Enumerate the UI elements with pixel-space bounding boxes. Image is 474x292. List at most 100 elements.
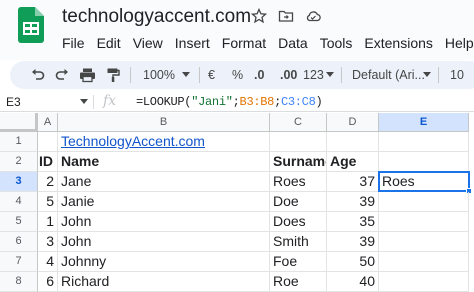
paint-format-icon[interactable] — [105, 67, 121, 83]
cloud-status-icon[interactable] — [305, 8, 321, 24]
cell-e5[interactable] — [379, 212, 469, 232]
formula-function: =LOOKUP( — [136, 95, 192, 109]
cell-a4[interactable]: 5 — [38, 192, 58, 212]
formula-input[interactable]: =LOOKUP("Jani";B3:B8;C3:C8) — [136, 92, 323, 112]
cell-a7[interactable]: 4 — [38, 252, 58, 272]
select-all-corner[interactable] — [0, 113, 38, 132]
print-icon[interactable] — [79, 67, 96, 83]
formula-range-arg-2: C3:C8 — [280, 95, 316, 109]
cell-c7[interactable]: Foe — [270, 252, 327, 272]
redo-icon[interactable] — [54, 67, 70, 83]
menu-file[interactable]: File — [62, 33, 85, 53]
cell-c1[interactable] — [270, 132, 327, 152]
font-family-select[interactable]: Default (Ari... — [352, 61, 425, 89]
formula-bar: E3 fx =LOOKUP("Jani";B3:B8;C3:C8) — [0, 92, 474, 112]
document-title[interactable]: technologyaccent.com — [62, 6, 251, 28]
column-header-a[interactable]: A — [38, 113, 58, 132]
cell-b2[interactable]: Name — [58, 152, 270, 172]
cell-a6[interactable]: 3 — [38, 232, 58, 252]
column-header-c[interactable]: C — [270, 113, 327, 132]
menu-bar: File Edit View Insert Format Data Tools … — [62, 33, 474, 53]
star-icon[interactable] — [251, 8, 267, 24]
menu-tools[interactable]: Tools — [320, 33, 353, 53]
cell-d6[interactable]: 39 — [327, 232, 379, 252]
cell-e6[interactable] — [379, 232, 469, 252]
cell-b4[interactable]: Janie — [58, 192, 270, 212]
cell-c8[interactable]: Roe — [270, 272, 327, 292]
row-header-2[interactable]: 2 — [0, 152, 38, 172]
cell-e3-selected[interactable]: Roes — [378, 171, 470, 192]
menu-edit[interactable]: Edit — [97, 33, 121, 53]
cell-a3[interactable]: 2 — [38, 172, 58, 192]
menu-format[interactable]: Format — [222, 33, 266, 53]
cell-d2[interactable]: Age — [327, 152, 379, 172]
formula-string-arg: "Jani" — [191, 95, 233, 109]
cell-d8[interactable]: 40 — [327, 272, 379, 292]
title-area: technologyaccent.com File Edit View Inse… — [0, 0, 474, 60]
column-header-d[interactable]: D — [327, 113, 379, 132]
row-header-3[interactable]: 3 — [0, 172, 38, 192]
cell-e7[interactable] — [379, 252, 469, 272]
cell-d4[interactable]: 39 — [327, 192, 379, 212]
row-header-4[interactable]: 4 — [0, 192, 38, 212]
cell-d7[interactable]: 50 — [327, 252, 379, 272]
more-formats-button[interactable]: 123 — [303, 61, 324, 89]
font-dropdown-icon[interactable] — [423, 72, 431, 77]
zoom-select[interactable]: 100% — [143, 61, 175, 89]
cell-c2[interactable]: Surname — [270, 152, 327, 172]
increase-decimals-button[interactable]: .00 — [280, 61, 297, 89]
cell-e1[interactable] — [379, 132, 469, 152]
more-formats-dropdown-icon[interactable] — [326, 72, 334, 77]
toolbar: 100% € % .0 .00 123 Default (Ari... 10 — [10, 61, 474, 89]
row-header-5[interactable]: 5 — [0, 212, 38, 232]
formula-bar-divider — [93, 95, 94, 109]
cell-b1-link[interactable]: TechnologyAccent.com — [58, 132, 270, 152]
cell-b6[interactable]: John — [58, 232, 270, 252]
zoom-dropdown-icon[interactable] — [182, 72, 190, 77]
menu-view[interactable]: View — [133, 33, 163, 53]
formula-close: ) — [315, 95, 323, 109]
cell-b7[interactable]: Johnny — [58, 252, 270, 272]
row-header-8[interactable]: 8 — [0, 272, 38, 292]
font-size-input[interactable]: 10 — [450, 61, 464, 89]
row-header-1[interactable]: 1 — [0, 132, 38, 152]
cell-e8[interactable] — [379, 272, 469, 292]
menu-insert[interactable]: Insert — [175, 33, 210, 53]
cell-a8[interactable]: 6 — [38, 272, 58, 292]
menu-data[interactable]: Data — [278, 33, 308, 53]
cell-a2[interactable]: ID — [38, 152, 58, 172]
cell-c5[interactable]: Does — [270, 212, 327, 232]
cell-b3[interactable]: Jane — [58, 172, 270, 192]
row-header-7[interactable]: 7 — [0, 252, 38, 272]
menu-extensions[interactable]: Extensions — [364, 33, 432, 53]
cell-a1[interactable] — [38, 132, 58, 152]
cell-b5[interactable]: John — [58, 212, 270, 232]
name-box[interactable]: E3 — [6, 92, 21, 112]
currency-format-button[interactable]: € — [208, 61, 215, 89]
decrease-decimals-button[interactable]: .0 — [254, 61, 264, 89]
toolbar-divider — [130, 67, 131, 83]
cell-c6[interactable]: Smith — [270, 232, 327, 252]
column-header-e[interactable]: E — [379, 113, 469, 132]
cell-b8[interactable]: Richard — [58, 272, 270, 292]
undo-icon[interactable] — [30, 67, 46, 83]
cell-e4[interactable] — [379, 192, 469, 212]
column-header-b[interactable]: B — [58, 113, 270, 132]
row-header-6[interactable]: 6 — [0, 232, 38, 252]
name-box-dropdown-icon[interactable] — [80, 99, 88, 104]
cell-e2[interactable] — [379, 152, 469, 172]
cell-d3[interactable]: 37 — [327, 172, 379, 192]
toolbar-divider — [341, 67, 342, 83]
toolbar-divider — [438, 67, 439, 83]
cell-a5[interactable]: 1 — [38, 212, 58, 232]
cell-c3[interactable]: Roes — [270, 172, 327, 192]
percent-format-button[interactable]: % — [232, 61, 243, 89]
menu-help[interactable]: Help — [445, 33, 474, 53]
sheets-logo-icon[interactable] — [18, 7, 44, 43]
move-folder-icon[interactable] — [278, 8, 294, 24]
formula-range-arg-1: B3:B8 — [239, 95, 275, 109]
cell-d1[interactable] — [327, 132, 379, 152]
toolbar-divider — [199, 67, 200, 83]
cell-d5[interactable]: 35 — [327, 212, 379, 232]
cell-c4[interactable]: Doe — [270, 192, 327, 212]
